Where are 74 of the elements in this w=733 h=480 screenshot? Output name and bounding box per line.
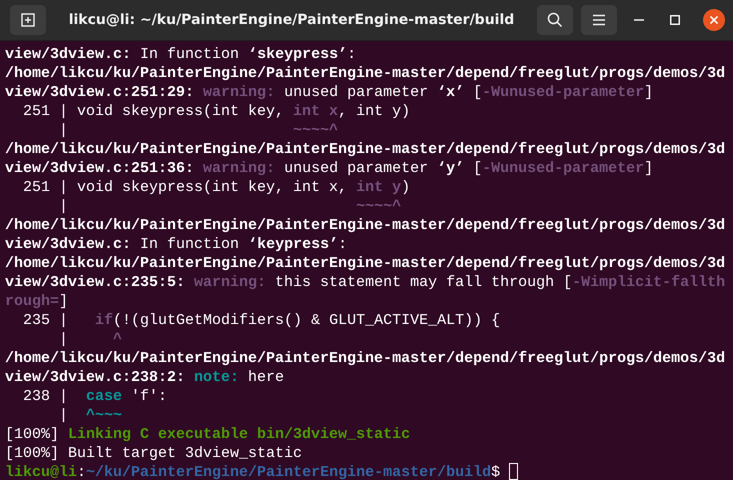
terminal-text: /home/likcu/ku/PainterEngine/PainterEngine-master/depend/freeglut/progs/demos/3d <box>5 65 726 82</box>
terminal-text: 238 | <box>22 388 70 405</box>
terminal-text: : <box>77 464 86 480</box>
warning-text: warning: <box>194 274 266 291</box>
terminal-text: | <box>58 122 70 139</box>
warning-text: ~~~~^ <box>293 122 338 139</box>
search-icon <box>547 12 563 28</box>
prompt-user: likcu@li <box>5 464 78 480</box>
warning-text: warning: <box>203 84 276 101</box>
terminal-text: [ <box>472 84 482 101</box>
warning-text: rough= <box>5 293 60 310</box>
terminal-text: 251 | void skeypress(int key, int x, <box>22 179 348 196</box>
minimize-icon <box>634 19 644 21</box>
warning-text: -Wunused-parameter <box>482 160 644 177</box>
note-text: case <box>86 388 122 405</box>
menu-icon <box>592 14 606 26</box>
warning-text: if <box>95 312 114 329</box>
close-icon <box>710 16 718 24</box>
terminal-text: [100%] <box>5 426 60 443</box>
terminal-text: ‘y’ <box>437 160 464 177</box>
terminal-text: view/3dview.c:251:29: <box>5 84 196 101</box>
new-tab-icon <box>21 13 35 27</box>
close-button[interactable] <box>703 9 725 31</box>
terminal-text: 235 | <box>22 312 70 329</box>
terminal-text: [100%] Built target 3dview_static <box>5 445 302 462</box>
warning-text: warning: <box>203 160 276 177</box>
window-title: likcu@li: ~/ku/PainterEngine/PainterEngine-master/build <box>68 12 516 28</box>
terminal-text: [ <box>472 160 482 177</box>
terminal-text: ) <box>401 179 410 196</box>
terminal-text: | <box>58 407 70 424</box>
terminal-text: (!(glutGetModifiers() & GLUT_ACTIVE_ALT)) { <box>113 312 500 329</box>
terminal-text: /home/likcu/ku/PainterEngine/PainterEngine-master/depend/freeglut/progs/demos/3d <box>5 350 726 367</box>
terminal-text: | <box>58 331 70 348</box>
terminal-text: In function <box>139 46 240 63</box>
terminal-text: view/3dview.c:251:36: <box>5 160 196 177</box>
prompt-path: ~/ku/PainterEngine/PainterEngine-master/build <box>86 464 492 480</box>
terminal-text: : <box>338 236 348 253</box>
warning-text: ~~~~^ <box>356 198 402 215</box>
terminal-text: ] <box>644 84 654 101</box>
terminal-text: | <box>58 198 70 215</box>
warning-text: int y <box>356 179 402 196</box>
terminal-text: /home/likcu/ku/PainterEngine/PainterEngine-master/depend/freeglut/progs/demos/3d <box>5 141 726 158</box>
warning-text: -Wimplicit-fallth <box>572 274 726 291</box>
terminal-text: $ <box>491 464 502 480</box>
warning-text: ^ <box>113 331 122 348</box>
terminal-text: ‘x’ <box>437 84 464 101</box>
terminal-text: view/3dview.c:238:2: <box>5 369 186 386</box>
terminal-text: here <box>247 369 284 386</box>
note-text: note: <box>194 369 240 386</box>
warning-text: -Wunused-parameter <box>482 84 644 101</box>
terminal-text: ‘skeypress’ <box>248 46 348 63</box>
maximize-icon <box>670 15 680 25</box>
terminal-text: ‘keypress’ <box>248 236 338 253</box>
note-text: ^~~~ <box>86 407 122 424</box>
terminal-text: unused parameter <box>283 84 430 101</box>
terminal-text: view/3dview.c:235:5: <box>5 274 186 291</box>
new-tab-button[interactable] <box>10 5 46 35</box>
terminal-text: 251 | void skeypress(int key, <box>22 103 286 120</box>
terminal-text: In function <box>139 236 240 253</box>
terminal-text: 'f': <box>130 388 168 405</box>
terminal-text: , int y) <box>338 103 410 120</box>
terminal-text: unused parameter <box>283 160 430 177</box>
search-button[interactable] <box>537 5 573 35</box>
terminal-text: view/3dview.c: <box>5 236 132 253</box>
terminal-text: view/3dview.c: <box>5 46 132 63</box>
success-text: Linking C executable bin/3dview_static <box>68 426 410 443</box>
terminal-text: /home/likcu/ku/PainterEngine/PainterEngine-master/depend/freeglut/progs/demos/3d <box>5 255 726 272</box>
terminal-text: /home/likcu/ku/PainterEngine/PainterEngine-master/depend/freeglut/progs/demos/3d <box>5 217 726 234</box>
warning-text: int x <box>293 103 338 120</box>
terminal-text: : <box>347 46 356 63</box>
menu-button[interactable] <box>581 5 617 35</box>
terminal-text: ] <box>644 160 654 177</box>
terminal-text: this statement may fall through [ <box>274 274 572 291</box>
terminal-text: ] <box>59 293 68 310</box>
